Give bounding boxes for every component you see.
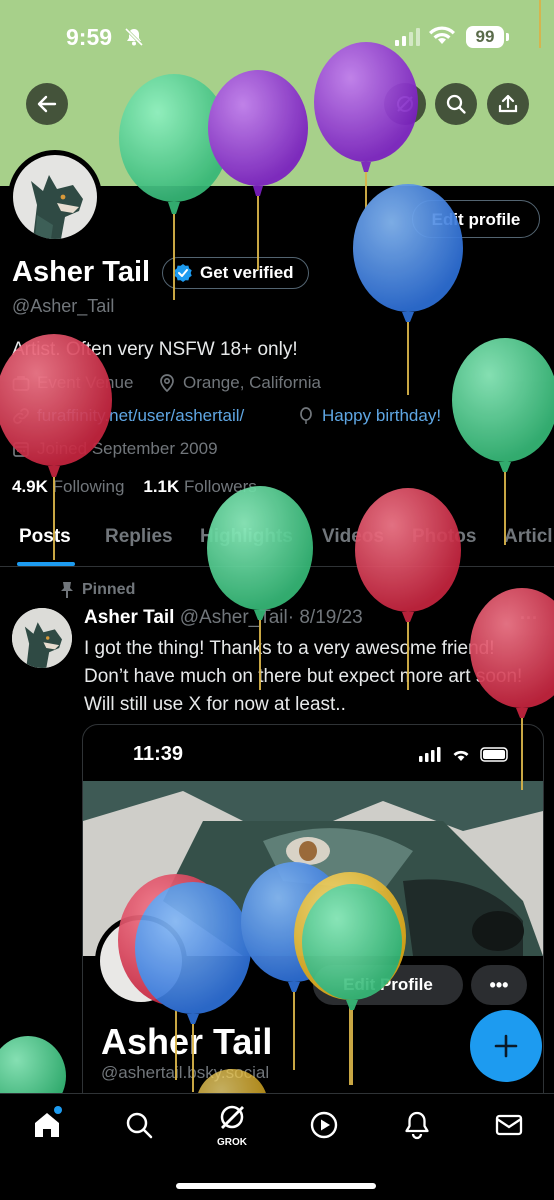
location-pin-icon	[160, 374, 174, 392]
grok-icon	[397, 96, 413, 112]
home-notification-dot	[54, 1106, 62, 1114]
share-icon	[498, 94, 518, 113]
post-media-image[interactable]: 11:39 Edit Profile ••• Asher Tail @asher…	[82, 724, 544, 1126]
video-play-icon[interactable]	[309, 1110, 339, 1140]
media-status-time: 11:39	[133, 743, 184, 765]
media-status-icons	[419, 747, 508, 762]
post-more-button[interactable]: ···	[520, 608, 538, 629]
follow-counts: 4.9K Following 1.1K Followers	[12, 477, 257, 497]
status-time: 9:59	[66, 24, 113, 50]
joined-label: Joined September 2009	[37, 439, 218, 458]
birthday-link[interactable]: Happy birthday!	[322, 406, 441, 426]
media-profile-handle: @ashertail.bsky.social	[101, 1063, 270, 1082]
tab-replies[interactable]: Replies	[105, 526, 173, 548]
get-verified-label: Get verified	[200, 263, 294, 282]
category-label: Event Venue	[37, 373, 134, 392]
verified-badge-icon	[174, 264, 192, 282]
profile-location: Orange, California	[158, 373, 321, 393]
followers-count: 1.1K	[143, 477, 180, 496]
get-verified-button[interactable]: Get verified	[162, 257, 309, 289]
profile-tabs: Posts Replies Highlights Videos Photos A…	[0, 518, 554, 566]
silent-bell-icon	[124, 27, 144, 47]
arrow-left-icon	[37, 95, 57, 113]
following-label: Following	[52, 477, 125, 496]
tabs-divider	[0, 566, 554, 567]
grok-icon[interactable]	[217, 1102, 247, 1132]
wifi-icon	[429, 26, 455, 44]
grok-label: GROK	[217, 1137, 247, 1148]
tab-articles[interactable]: Articl	[504, 526, 553, 548]
media-avatar	[95, 915, 187, 1007]
messages-envelope-icon[interactable]	[494, 1110, 524, 1140]
back-button[interactable]	[26, 83, 68, 125]
media-profile-name: Asher Tail	[101, 1021, 273, 1062]
profile-category: Event Venue	[12, 373, 133, 393]
media-edit-profile-button: Edit Profile	[313, 965, 463, 1005]
compose-post-button[interactable]	[470, 1010, 542, 1082]
share-button[interactable]	[487, 83, 529, 125]
post-text: I got the thing! Thanks to a very awesom…	[84, 638, 523, 715]
pinned-indicator: Pinned	[60, 581, 135, 599]
post-header: Asher Tail @Asher_Tail· 8/19/23	[84, 607, 363, 629]
grok-profile-button[interactable]	[384, 83, 426, 125]
link-icon	[13, 408, 29, 424]
search-icon	[446, 94, 466, 114]
tab-videos[interactable]: Videos	[322, 526, 384, 548]
post-author-handle[interactable]: @Asher_Tail	[180, 607, 288, 628]
balloon-green-2	[452, 338, 554, 545]
profile-website[interactable]: furaffinity.net/user/ashertail/	[12, 406, 244, 426]
calendar-icon	[13, 442, 29, 457]
balloon-icon	[300, 407, 312, 424]
battery-indicator: 99	[466, 26, 509, 48]
screen: 9:59 99 Edit profile Asher Tail Get veri…	[0, 0, 554, 1200]
post-author-avatar[interactable]	[12, 608, 72, 668]
tab-highlights[interactable]: Highlights	[200, 526, 293, 548]
home-indicator	[176, 1183, 376, 1189]
search-profile-button[interactable]	[435, 83, 477, 125]
notifications-bell-icon[interactable]	[402, 1110, 432, 1140]
wolf-avatar-art	[31, 175, 83, 239]
following-link[interactable]: 4.9K Following	[12, 477, 124, 496]
profile-joined: Joined September 2009	[12, 439, 218, 459]
profile-name: Asher Tail	[12, 256, 151, 288]
search-icon[interactable]	[124, 1110, 154, 1140]
following-count: 4.9K	[12, 477, 48, 496]
website-link[interactable]: furaffinity.net/user/ashertail/	[37, 406, 244, 426]
tab-posts[interactable]: Posts	[19, 526, 71, 548]
post-date[interactable]: · 8/19/23	[288, 607, 363, 628]
profile-birthday[interactable]: Happy birthday!	[297, 406, 441, 426]
profile-bio: Artist. Often very NSFW 18+ only!	[12, 339, 298, 360]
status-bar: 9:59 99	[0, 0, 554, 70]
pinned-label: Pinned	[82, 581, 136, 598]
edit-profile-button[interactable]: Edit profile	[412, 200, 540, 238]
followers-link[interactable]: 1.1K Followers	[143, 477, 256, 496]
home-icon[interactable]	[32, 1110, 62, 1140]
avatar-image	[13, 155, 97, 239]
plus-icon	[494, 1034, 518, 1058]
pin-icon	[61, 582, 73, 598]
profile-handle: @Asher_Tail	[12, 296, 115, 316]
followers-label: Followers	[184, 477, 257, 496]
location-label: Orange, California	[183, 373, 321, 392]
briefcase-icon	[12, 376, 30, 391]
tab-photos[interactable]: Photos	[412, 526, 476, 548]
cellular-signal-icon	[395, 28, 420, 46]
profile-avatar[interactable]	[8, 150, 102, 244]
wolf-avatar-art	[12, 608, 72, 668]
post-author-name[interactable]: Asher Tail	[84, 607, 174, 628]
media-more-button: •••	[471, 965, 527, 1005]
